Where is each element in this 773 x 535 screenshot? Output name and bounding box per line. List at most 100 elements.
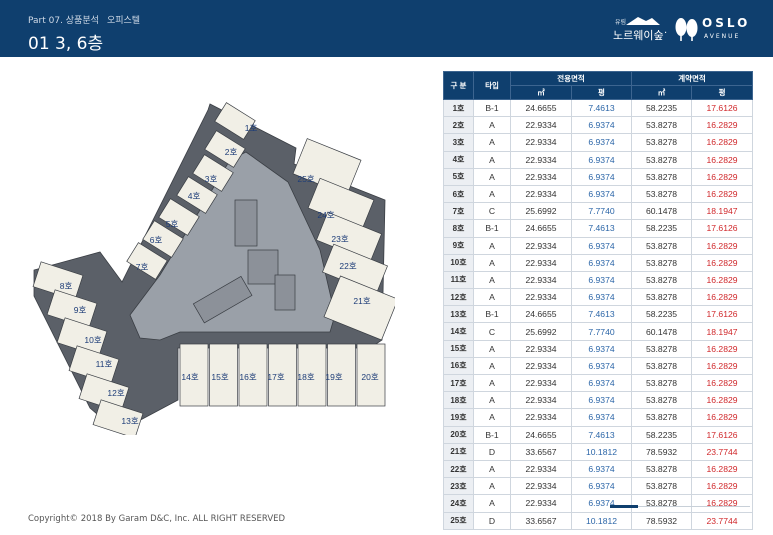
row-ex-pyeong: 6.9374 <box>570 373 633 393</box>
row-type: A <box>473 494 511 513</box>
row-ex-pyeong: 6.9374 <box>570 494 633 513</box>
row-ex-sqm: 24.6655 <box>510 219 572 238</box>
brand-sub: 유림 <box>615 19 627 26</box>
row-ex-pyeong: 6.9374 <box>570 150 633 169</box>
row-ct-sqm: 53.8278 <box>631 477 693 496</box>
unit-label: 24호 <box>317 210 334 220</box>
table-row: 14호 C 25.6992 7.7740 60.1478 18.1947 <box>443 322 754 341</box>
row-ct-pyeong: 16.2829 <box>691 356 754 376</box>
unit-label: 23호 <box>331 234 348 244</box>
table-row: 2호 A 22.9334 6.9374 53.8278 16.2829 <box>443 116 754 135</box>
row-ex-pyeong: 6.9374 <box>570 356 633 376</box>
table-row: 11호 A 22.9334 6.9374 53.8278 16.2829 <box>443 270 754 290</box>
row-ex-pyeong: 6.9374 <box>570 253 633 272</box>
unit-label: 16호 <box>239 372 256 382</box>
row-ex-sqm: 22.9334 <box>510 288 572 307</box>
row-ex-pyeong: 7.4613 <box>570 305 633 324</box>
row-ct-sqm: 53.8278 <box>631 356 693 376</box>
unit-label: 8호 <box>60 281 73 291</box>
table-row: 20호 B-1 24.6655 7.4613 58.2235 17.6126 <box>443 425 754 444</box>
table-row: 17호 A 22.9334 6.9374 53.8278 16.2829 <box>443 373 754 393</box>
unit-label: 7호 <box>136 262 149 272</box>
row-ex-sqm: 22.9334 <box>510 133 572 152</box>
row-no: 1호 <box>443 98 474 118</box>
part-title: Part 07. 상품분석 <box>28 16 99 26</box>
unit-label: 13호 <box>121 416 138 426</box>
row-ct-sqm: 53.8278 <box>631 150 693 169</box>
unit-label: 14호 <box>181 372 198 382</box>
row-ex-sqm: 22.9334 <box>510 167 572 186</box>
row-type: B-1 <box>473 219 511 238</box>
copyright: Copyright© 2018 By Garam D&C, Inc. ALL R… <box>28 514 286 524</box>
unit-label: 17호 <box>267 372 284 382</box>
row-ct-pyeong: 16.2829 <box>691 236 754 255</box>
row-ex-sqm: 25.6992 <box>510 322 572 341</box>
row-type: A <box>473 459 511 479</box>
row-ex-sqm: 22.9334 <box>510 184 572 204</box>
row-ct-pyeong: 18.1947 <box>691 202 754 221</box>
header-exclusive-area: 전용면적 <box>509 71 633 86</box>
row-no: 3호 <box>443 133 474 152</box>
table-row: 21호 D 33.6567 10.1812 78.5932 23.7744 <box>443 442 754 461</box>
row-ct-sqm: 53.8278 <box>631 494 693 513</box>
row-ex-pyeong: 7.4613 <box>570 219 633 238</box>
row-no: 19호 <box>443 408 474 427</box>
row-ex-sqm: 33.6567 <box>510 442 572 461</box>
row-no: 18호 <box>443 391 474 410</box>
tree-icon <box>675 18 698 41</box>
row-type: A <box>473 184 511 204</box>
row-ct-pyeong: 16.2829 <box>691 391 754 410</box>
row-no: 8호 <box>443 219 474 238</box>
row-ct-sqm: 58.2235 <box>631 219 693 238</box>
row-ct-pyeong: 18.1947 <box>691 322 754 341</box>
row-type: A <box>473 253 511 272</box>
row-type: A <box>473 167 511 186</box>
row-no: 10호 <box>443 253 474 272</box>
floor-plan: 1호 2호 3호 4호 5호6호 7호 8호 9호 10호 11호 12호 13호 14호 15호 16호 1… <box>32 102 395 435</box>
row-no: 11호 <box>443 270 474 290</box>
row-type: A <box>473 477 511 496</box>
table-row: 22호 A 22.9334 6.9374 53.8278 16.2829 <box>443 459 754 479</box>
brand-name-kr: 노르웨이숲 <box>613 29 664 42</box>
row-ex-sqm: 24.6655 <box>510 98 572 118</box>
row-ex-sqm: 22.9334 <box>510 373 572 393</box>
header-no: 구 분 <box>443 71 474 100</box>
unit-label: 5호 <box>166 219 179 229</box>
unit-label: 25호 <box>297 174 314 184</box>
row-ex-sqm: 22.9334 <box>510 356 572 376</box>
row-ex-pyeong: 6.9374 <box>570 288 633 307</box>
unit-label: 1호 <box>245 123 258 133</box>
row-type: A <box>473 150 511 169</box>
row-ex-pyeong: 6.9374 <box>570 116 633 135</box>
row-ct-pyeong: 16.2829 <box>691 150 754 169</box>
row-ct-sqm: 60.1478 <box>631 202 693 221</box>
unit-label: 6호 <box>150 235 163 245</box>
unit-label: 15호 <box>211 372 228 382</box>
row-ct-pyeong: 16.2829 <box>691 339 754 358</box>
row-ct-sqm: 53.8278 <box>631 408 693 427</box>
table-row: 13호 B-1 24.6655 7.4613 58.2235 17.6126 <box>443 305 754 324</box>
row-ex-sqm: 24.6655 <box>510 305 572 324</box>
row-ct-sqm: 53.8278 <box>631 391 693 410</box>
row-no: 7호 <box>443 202 474 221</box>
row-ex-sqm: 22.9334 <box>510 116 572 135</box>
row-ex-sqm: 22.9334 <box>510 253 572 272</box>
unit-label: 21호 <box>353 296 370 306</box>
row-ex-pyeong: 10.1812 <box>570 442 633 461</box>
row-type: A <box>473 133 511 152</box>
table-row: 5호 A 22.9334 6.9374 53.8278 16.2829 <box>443 167 754 186</box>
row-ct-sqm: 78.5932 <box>631 442 693 461</box>
page-header: Part 07. 상품분석 오피스텔 01 3, 6층 유림 노르웨이숲 · OS… <box>0 0 773 57</box>
row-ct-pyeong: 17.6126 <box>691 98 754 118</box>
row-ct-pyeong: 16.2829 <box>691 270 754 290</box>
row-ct-sqm: 53.8278 <box>631 253 693 272</box>
unit-label: 2호 <box>225 147 238 157</box>
row-no: 12호 <box>443 288 474 307</box>
table-row: 4호 A 22.9334 6.9374 53.8278 16.2829 <box>443 150 754 169</box>
area-table: 구 분 타입 전용면적 계약면적 ㎡ 평 ㎡ 평 1호 B-1 24.6655 7.4… <box>443 71 754 530</box>
row-ex-sqm: 24.6655 <box>510 425 572 444</box>
row-ex-sqm: 22.9334 <box>510 408 572 427</box>
row-no: 4호 <box>443 150 474 169</box>
row-no: 21호 <box>443 442 474 461</box>
row-ct-pyeong: 16.2829 <box>691 494 754 513</box>
